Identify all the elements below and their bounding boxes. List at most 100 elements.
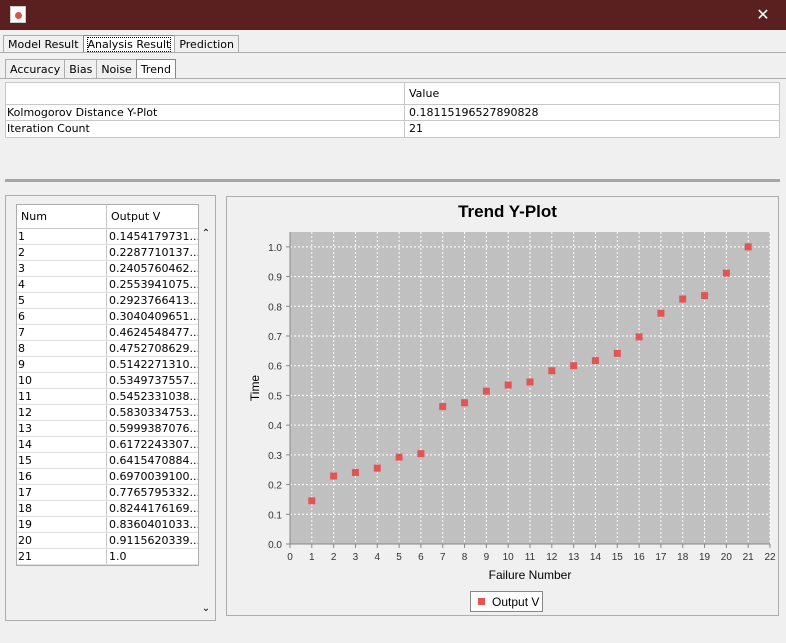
- tab-accuracy[interactable]: Accuracy: [5, 59, 66, 79]
- table-row[interactable]: 14 0.6172243307...: [17, 437, 198, 453]
- table-row[interactable]: Kolmogorov Distance Y-Plot 0.18115196527…: [6, 105, 779, 121]
- cell-num: 19: [17, 517, 107, 532]
- data-point: [613, 349, 621, 357]
- tab-model-result[interactable]: Model Result: [3, 35, 84, 53]
- x-tick-label: 1: [309, 552, 315, 563]
- column-header-num[interactable]: Num: [17, 205, 107, 228]
- cell-output: 0.4752708629...: [109, 342, 198, 355]
- summary-cell-name: Iteration Count: [6, 121, 405, 137]
- x-tick-label: 18: [677, 552, 689, 563]
- cell-num: 18: [17, 501, 107, 516]
- cell-output: 0.6415470884...: [109, 454, 198, 467]
- table-row[interactable]: 7 0.4624548477...: [17, 325, 198, 341]
- summary-table-header: Value: [6, 83, 779, 105]
- cell-output: 0.9115620339...: [109, 534, 198, 547]
- table-row[interactable]: 19 0.8360401033...: [17, 517, 198, 533]
- table-row[interactable]: 6 0.3040409651...: [17, 309, 198, 325]
- x-axis-label: Failure Number: [489, 568, 572, 582]
- y-tick-label: 0.7: [268, 332, 282, 343]
- table-row[interactable]: 20 0.9115620339...: [17, 533, 198, 549]
- cell-num: 15: [17, 453, 107, 468]
- data-point: [417, 450, 425, 458]
- tab-noise[interactable]: Noise: [96, 59, 137, 79]
- cell-output: 0.5452331038...: [109, 390, 198, 403]
- scroll-up-arrow-icon[interactable]: ⌃: [199, 228, 213, 244]
- table-row[interactable]: 1 0.1454179731...: [17, 229, 198, 245]
- tab-prediction[interactable]: Prediction: [174, 35, 239, 53]
- table-row[interactable]: 3 0.2405760462...: [17, 261, 198, 277]
- x-tick-label: 0: [287, 552, 293, 563]
- data-point: [482, 387, 490, 395]
- x-tick-label: 4: [374, 552, 380, 563]
- table-row[interactable]: 10 0.5349737557...: [17, 373, 198, 389]
- y-tick-label: 0.0: [268, 540, 282, 551]
- trend-y-plot: 0 1 2 3 4 5 6 7 8 9 10 11 12 13 14 15 16 17 18 19 20 21 220.00…: [248, 232, 776, 582]
- cell-output: 0.6970039100...: [109, 470, 198, 483]
- summary-header-name: [6, 83, 405, 104]
- cell-num: 6: [17, 309, 107, 324]
- cell-num: 16: [17, 469, 107, 484]
- tab-analysis-result[interactable]: Analysis Result: [82, 35, 176, 53]
- cell-output: 0.5999387076...: [109, 422, 198, 435]
- table-row[interactable]: 13 0.5999387076...: [17, 421, 198, 437]
- table-row[interactable]: Iteration Count 21: [6, 121, 779, 137]
- cell-output: 0.3040409651...: [109, 310, 198, 323]
- legend-label: Output V: [492, 594, 540, 609]
- x-tick-label: 12: [546, 552, 558, 563]
- cell-num: 11: [17, 389, 107, 404]
- y-tick-label: 0.4: [268, 421, 282, 432]
- table-row[interactable]: 5 0.2923766413...: [17, 293, 198, 309]
- scroll-down-arrow-icon[interactable]: ⌄: [199, 603, 213, 619]
- x-tick-label: 10: [503, 552, 515, 563]
- main-tabs: Model Result Analysis Result Prediction: [3, 35, 239, 53]
- cell-num: 7: [17, 325, 107, 340]
- cell-num: 21: [17, 549, 107, 564]
- table-row[interactable]: 15 0.6415470884...: [17, 453, 198, 469]
- x-tick-label: 11: [525, 552, 536, 563]
- tab-bias[interactable]: Bias: [64, 59, 98, 79]
- table-row[interactable]: 16 0.6970039100...: [17, 469, 198, 485]
- table-row[interactable]: 21 1.0: [17, 549, 198, 565]
- x-tick-label: 2: [331, 552, 337, 563]
- table-row[interactable]: 2 0.2287710137...: [17, 245, 198, 261]
- column-header-output[interactable]: Output V: [107, 205, 160, 228]
- data-point: [526, 378, 534, 386]
- summary-header-value: Value: [409, 87, 440, 100]
- cell-num: 14: [17, 437, 107, 452]
- data-point: [504, 381, 512, 389]
- x-tick-label: 6: [418, 552, 424, 563]
- table-row[interactable]: 8 0.4752708629...: [17, 341, 198, 357]
- data-point: [308, 497, 316, 505]
- cell-output: 0.6172243307...: [109, 438, 198, 451]
- x-tick-label: 14: [590, 552, 602, 563]
- table-row[interactable]: 17 0.7765795332...: [17, 485, 198, 501]
- data-point: [330, 472, 338, 480]
- close-button[interactable]: ✕: [740, 0, 786, 30]
- table-row[interactable]: 9 0.5142271310...: [17, 357, 198, 373]
- table-row[interactable]: 18 0.8244176169...: [17, 501, 198, 517]
- y-tick-label: 0.9: [268, 273, 282, 284]
- data-point: [570, 362, 578, 370]
- cell-num: 12: [17, 405, 107, 420]
- x-tick-label: 3: [353, 552, 359, 563]
- x-tick-label: 7: [440, 552, 446, 563]
- y-tick-label: 0.8: [268, 302, 282, 313]
- cell-num: 8: [17, 341, 107, 356]
- table-row[interactable]: 11 0.5452331038...: [17, 389, 198, 405]
- cell-output: 0.7765795332...: [109, 486, 198, 499]
- x-tick-label: 15: [612, 552, 624, 563]
- tab-trend[interactable]: Trend: [135, 59, 176, 79]
- data-table: Num Output V 1 0.1454179731... 2 0.22877101…: [16, 204, 199, 566]
- x-tick-label: 13: [568, 552, 580, 563]
- split-pane-divider[interactable]: [5, 179, 780, 182]
- cell-num: 1: [17, 229, 107, 244]
- y-tick-label: 0.2: [268, 481, 282, 492]
- x-tick-label: 16: [634, 552, 646, 563]
- cell-num: 3: [17, 261, 107, 276]
- data-point: [461, 399, 469, 407]
- summary-cell-value: 21: [409, 122, 423, 135]
- table-row[interactable]: 4 0.2553941075...: [17, 277, 198, 293]
- cell-output: 0.2405760462...: [109, 262, 198, 275]
- java-app-icon: [10, 6, 26, 23]
- table-row[interactable]: 12 0.5830334753...: [17, 405, 198, 421]
